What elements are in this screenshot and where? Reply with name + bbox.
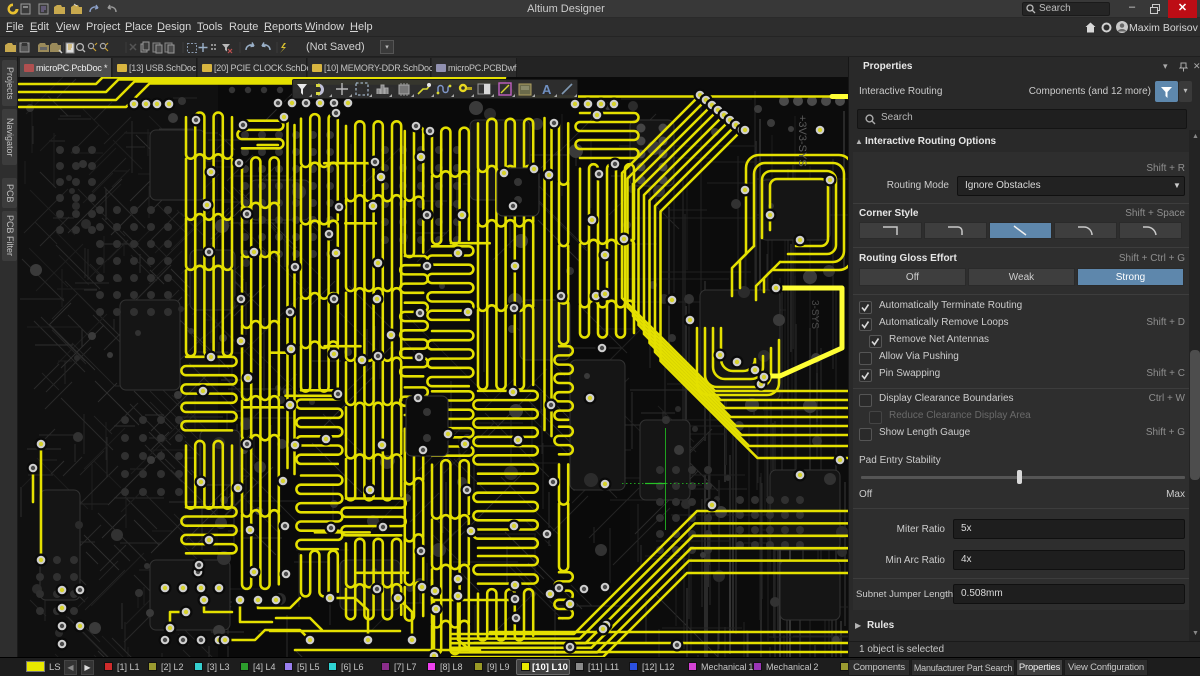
svg-text:A: A [542,82,552,97]
svg-text:3-SYS: 3-SYS [809,300,820,329]
svg-text:+3V3-SYS: +3V3-SYS [796,115,808,167]
